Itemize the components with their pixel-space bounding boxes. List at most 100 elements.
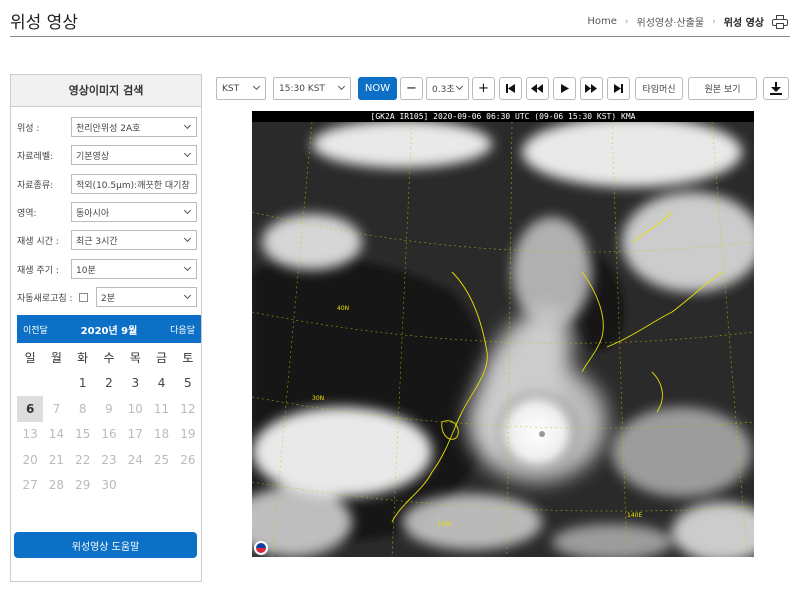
calendar-empty-cell xyxy=(122,473,148,499)
breadcrumb-products[interactable]: 위성영상·산출물 xyxy=(637,14,705,29)
data-type-value: 적외(10.5μm):깨끗한 대기창 xyxy=(76,180,190,191)
chevron-down-icon xyxy=(252,82,261,91)
calendar-day: 10 xyxy=(127,401,143,416)
data-type-select[interactable]: 적외(10.5μm):깨끗한 대기창 xyxy=(71,174,197,194)
calendar-day[interactable]: 5 xyxy=(175,371,201,397)
time-machine-button[interactable]: 타임머신 xyxy=(635,77,683,100)
print-icon[interactable] xyxy=(772,14,788,29)
area-label: 영역: xyxy=(17,208,37,219)
calendar-day[interactable]: 6 xyxy=(17,396,44,422)
previous-frame-button[interactable] xyxy=(526,77,549,100)
chevron-down-icon xyxy=(183,206,192,215)
satellite-select[interactable]: 천리안위성 2A호 xyxy=(71,117,197,137)
calendar-empty-cell xyxy=(175,473,201,499)
calendar-day[interactable]: 1 xyxy=(70,371,96,397)
calendar-day: 13 xyxy=(22,427,38,442)
calendar-day: 7 xyxy=(52,401,61,416)
view-original-button[interactable]: 원본 보기 xyxy=(688,77,757,100)
calendar-header: 이전달 2020년 9월 다음달 xyxy=(17,315,201,343)
speed-select[interactable]: 0.3초 xyxy=(426,77,469,100)
next-frame-button[interactable] xyxy=(580,77,603,100)
calendar-day[interactable]: 4 xyxy=(148,371,174,397)
download-icon xyxy=(770,82,782,95)
play-button[interactable] xyxy=(553,77,576,100)
breadcrumb-current: 위성 영상 xyxy=(723,18,764,29)
satellite-image: 40N 30N 120E 140E xyxy=(252,122,754,557)
calendar-day[interactable]: 3 xyxy=(122,371,148,397)
longitude-label: 140E xyxy=(627,512,642,519)
calendar-day: 30 xyxy=(101,478,117,493)
calendar-day: 21 xyxy=(48,452,65,467)
calendar-day: 12 xyxy=(180,401,196,416)
first-frame-button[interactable] xyxy=(499,77,522,100)
satellite-row: 위성 : 천리안위성 2A호 xyxy=(17,117,197,137)
calendar-weekday: 월 xyxy=(50,351,62,366)
calendar-weekday: 수 xyxy=(103,351,115,366)
now-button[interactable]: NOW xyxy=(358,77,397,100)
breadcrumb: Home › 위성영상·산출물 › 위성 영상 xyxy=(587,14,788,29)
satellite-image-view[interactable]: [GK2A IR105] 2020-09-06 06:30 UTC (09-06… xyxy=(252,111,754,557)
data-type-row: 자료종류: 적외(10.5μm):깨끗한 대기창 xyxy=(17,174,197,194)
calendar-grid: 일 월 화 수 목 금 토 1 2 3 4 5 6 7 8 9 10 11 12 13 14 15 16 17 18 19 20 21… xyxy=(17,345,201,498)
data-level-select[interactable]: 기본영상 xyxy=(71,145,197,165)
calendar-empty-cell xyxy=(17,371,43,397)
satellite-image-caption: [GK2A IR105] 2020-09-06 06:30 UTC (09-06… xyxy=(252,111,754,122)
rewind-icon xyxy=(531,84,543,93)
longitude-label: 120E xyxy=(437,521,452,528)
chevron-down-icon xyxy=(183,149,192,158)
calendar-empty-cell xyxy=(148,473,174,499)
minus-icon: − xyxy=(406,81,417,96)
calendar-day: 17 xyxy=(127,427,143,442)
play-interval-select[interactable]: 10분 xyxy=(71,259,197,279)
decrease-speed-button[interactable]: − xyxy=(400,77,423,100)
next-month-button[interactable]: 다음달 xyxy=(170,323,195,336)
last-frame-button[interactable] xyxy=(607,77,630,100)
download-button[interactable] xyxy=(763,77,789,100)
calendar-day: 24 xyxy=(127,452,143,467)
breadcrumb-separator: › xyxy=(712,16,716,27)
chevron-down-icon xyxy=(337,82,346,91)
chevron-down-icon xyxy=(183,121,192,130)
playback-toolbar: KST 15:30 KST NOW − 0.3초 + 타임머신 원본 보기 xyxy=(216,77,794,100)
skip-start-icon xyxy=(506,84,515,93)
calendar-day: 23 xyxy=(101,452,117,467)
page-title: 위성 영상 xyxy=(10,13,78,33)
satellite-label: 위성 : xyxy=(17,123,40,134)
calendar-weekday: 일 xyxy=(24,351,36,366)
calendar-day: 19 xyxy=(180,427,196,442)
plus-icon: + xyxy=(478,81,489,96)
chevron-down-icon xyxy=(183,234,192,243)
latitude-label: 40N xyxy=(337,305,349,312)
play-duration-select[interactable]: 최근 3시간 xyxy=(71,230,197,250)
calendar-weekday: 금 xyxy=(156,351,168,366)
calendar-weekday: 목 xyxy=(129,351,141,366)
data-level-value: 기본영상 xyxy=(76,151,110,162)
auto-refresh-select[interactable]: 2분 xyxy=(96,287,197,307)
calendar-day: 15 xyxy=(75,427,91,442)
auto-refresh-row: 자동새로고침 : 2분 xyxy=(17,287,197,307)
increase-speed-button[interactable]: + xyxy=(472,77,495,100)
play-interval-row: 재생 주기 : 10분 xyxy=(17,259,197,279)
calendar-day: 29 xyxy=(75,478,91,493)
breadcrumb-separator: › xyxy=(624,16,629,27)
calendar-day[interactable]: 2 xyxy=(96,371,122,397)
data-level-row: 자료레벨: 기본영상 xyxy=(17,145,197,165)
timezone-select[interactable]: KST xyxy=(216,77,266,100)
play-interval-value: 10분 xyxy=(76,265,96,276)
satellite-help-button[interactable]: 위성영상 도움말 xyxy=(14,532,197,558)
prev-month-button[interactable]: 이전달 xyxy=(23,323,48,336)
auto-refresh-checkbox[interactable] xyxy=(79,292,88,302)
play-icon xyxy=(561,84,569,93)
calendar-day: 26 xyxy=(180,452,196,467)
search-panel: 영상이미지 검색 위성 : 천리안위성 2A호 자료레벨: 기본영상 자료종류:… xyxy=(10,74,202,582)
latitude-label: 30N xyxy=(312,395,324,402)
fast-forward-icon xyxy=(585,84,597,93)
breadcrumb-home[interactable]: Home xyxy=(587,16,617,27)
area-value: 동아시아 xyxy=(76,208,110,219)
area-select[interactable]: 동아시아 xyxy=(71,202,197,222)
calendar-weekday: 화 xyxy=(77,351,89,366)
chevron-down-icon xyxy=(455,82,464,91)
data-type-label: 자료종류: xyxy=(17,180,54,191)
time-select[interactable]: 15:30 KST xyxy=(273,77,351,100)
calendar-day: 11 xyxy=(153,401,170,416)
